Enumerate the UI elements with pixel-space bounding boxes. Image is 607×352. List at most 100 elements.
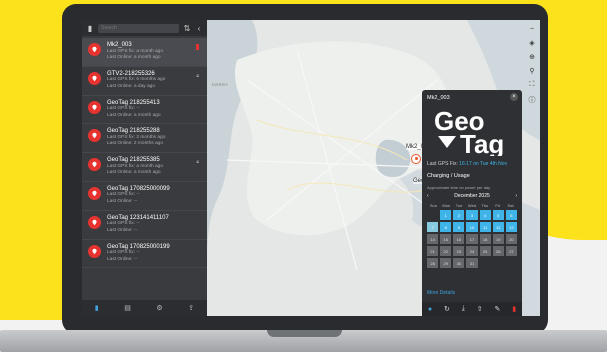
calendar-day[interactable]: 7 (427, 222, 439, 232)
calendar-day[interactable]: 31 (466, 258, 478, 268)
list-item[interactable]: Mk2_003 Last GPS fix: a month ago Last O… (82, 38, 207, 67)
pin-icon (88, 244, 101, 258)
delete-icon[interactable]: ▮ (512, 305, 516, 313)
calendar-blank (493, 258, 504, 268)
list-item[interactable]: GeoTag 218255288 Last GPS fix: 2 months … (82, 124, 207, 154)
device-list: Mk2_003 Last GPS fix: a month ago Last O… (82, 38, 207, 269)
calendar-day[interactable]: 4 (479, 210, 491, 220)
globe-icon[interactable]: ● (428, 306, 432, 313)
panel-action-bar: ● ↻ ⤓ ⇧ ✎ ▮ (422, 302, 522, 316)
next-month-icon[interactable]: › (515, 193, 517, 199)
list-item[interactable]: GeoTag 170825000199 Last GPS fix: -- Las… (82, 240, 207, 269)
settings-gear-icon[interactable]: ⚙ (156, 304, 162, 312)
calendar-day[interactable]: 27 (505, 246, 517, 256)
calendar: ‹ December 2025 › Sun Mon Tue Wed Thu Fri Sat … (427, 193, 517, 268)
download-icon[interactable]: ⤓ (462, 305, 465, 313)
list-item[interactable]: GeoTag 218255413 Last GPS fix: -- Last O… (82, 96, 207, 125)
calendar-day[interactable]: 1 (440, 210, 452, 220)
lock-icon: 🔒︎ (196, 72, 199, 79)
laptop-notch (267, 330, 342, 337)
calendar-day[interactable]: 20 (505, 234, 517, 244)
device-online: Last Online: -- (107, 256, 138, 262)
charging-caption: Approximate time on power per day (427, 185, 491, 190)
list-item[interactable]: GeoTag 123141411107 Last GPS fix: -- Las… (82, 211, 207, 240)
device-marker[interactable] (411, 154, 421, 164)
calendar-day[interactable]: 17 (466, 234, 478, 244)
list-item[interactable]: GTV2-218255326 Last GPS fix: 6 months ag… (82, 67, 207, 96)
documents-nav-icon[interactable]: ▤ (124, 304, 131, 312)
calendar-blank (480, 258, 491, 268)
menu-icon[interactable]: ▮ (86, 24, 94, 33)
map-toolbar: − ◈ ⊕ ⚲ ⛶ ⓘ (528, 26, 536, 105)
weekday-label: Sat (507, 203, 514, 208)
calendar-day[interactable]: 18 (479, 234, 491, 244)
alert-flag-icon (196, 44, 199, 50)
collapse-icon[interactable]: ‹ (195, 24, 203, 33)
prev-month-icon[interactable]: ‹ (427, 193, 429, 199)
calendar-day[interactable]: 25 (479, 246, 491, 256)
pin-icon (88, 71, 101, 85)
calendar-day[interactable]: 26 (492, 246, 504, 256)
device-name: GeoTag 218255288 (107, 128, 160, 135)
weekday-label: Mon (442, 203, 451, 208)
calendar-day[interactable]: 12 (492, 222, 504, 232)
device-gps: Last GPS fix: 6 months ago (107, 77, 166, 83)
calendar-day[interactable]: 16 (453, 234, 465, 244)
device-online: Last Online: a month ago (107, 112, 161, 118)
share-icon[interactable]: ⇧ (477, 305, 483, 313)
calendar-day[interactable]: 13 (505, 222, 517, 232)
sort-icon[interactable]: ⇅ (183, 24, 191, 33)
minus-icon[interactable]: − (528, 26, 536, 33)
calendar-day[interactable]: 2 (453, 210, 465, 220)
calendar-day[interactable]: 6 (505, 210, 517, 220)
place-label-derry: DERRY (212, 82, 229, 87)
locate-icon[interactable]: ⊕ (528, 53, 536, 61)
close-icon[interactable]: × (510, 93, 518, 101)
calendar-day[interactable]: 24 (466, 246, 478, 256)
weekday-label: Thu (481, 203, 489, 208)
devices-nav-icon[interactable]: ▮ (95, 304, 99, 312)
fullscreen-icon[interactable]: ⛶ (528, 81, 536, 89)
weekday-label: Tue (455, 203, 463, 208)
device-online: Last Online: a day ago (107, 83, 156, 89)
calendar-day[interactable]: 21 (427, 246, 439, 256)
calendar-day[interactable]: 23 (453, 246, 465, 256)
calendar-day[interactable]: 19 (492, 234, 504, 244)
weekday-label: Sun (429, 203, 437, 208)
info-icon[interactable]: ⓘ (528, 95, 536, 105)
calendar-grid: 1 2 3 4 5 6 7 8 9 10 11 12 13 14 15 16 17 18 19 20 21 22 23 24 2… (427, 210, 517, 268)
sidebar-bottom-nav: ▮ ▤ ⚙ ⇪ (82, 300, 207, 316)
edit-icon[interactable]: ✎ (494, 305, 500, 313)
sidebar-topbar: ▮ ⇅ ‹ (82, 20, 207, 36)
pin-icon (88, 158, 101, 172)
calendar-day[interactable]: 14 (427, 234, 439, 244)
layers-icon[interactable]: ◈ (528, 39, 536, 47)
app-screen: ▮ ⇅ ‹ Mk2_003 Last GPS fix: a month ago … (82, 20, 540, 316)
calendar-day[interactable]: 11 (479, 222, 491, 232)
calendar-day[interactable]: 3 (466, 210, 478, 220)
list-item[interactable]: GeoTag 170825000099 Last GPS fix: -- Las… (82, 182, 207, 211)
calendar-blank (427, 210, 438, 220)
search-input[interactable] (98, 23, 179, 33)
search-icon[interactable]: ⚲ (528, 67, 536, 75)
calendar-day[interactable]: 10 (466, 222, 478, 232)
weekday-label: Fri (495, 203, 501, 208)
calendar-weekdays: Sun Mon Tue Wed Thu Fri Sat (427, 203, 517, 208)
calendar-day[interactable]: 29 (440, 258, 452, 268)
device-online: Last Online: a month ago (107, 170, 161, 176)
gps-date: Tue 4th Nov (480, 161, 508, 167)
calendar-day[interactable]: 9 (453, 222, 465, 232)
pin-icon (88, 43, 101, 56)
more-details-link[interactable]: More Details (427, 290, 455, 296)
calendar-day[interactable]: 22 (440, 246, 452, 256)
calendar-day[interactable]: 15 (440, 234, 452, 244)
calendar-day[interactable]: 5 (492, 210, 504, 220)
device-online: Last Online: a month ago (107, 55, 161, 60)
list-item[interactable]: GeoTag 218255385 Last GPS fix: a month a… (82, 153, 207, 182)
calendar-day[interactable]: 30 (453, 258, 465, 268)
calendar-day[interactable]: 8 (440, 222, 452, 232)
refresh-icon[interactable]: ↻ (444, 305, 450, 313)
upload-nav-icon[interactable]: ⇪ (188, 304, 194, 312)
calendar-day[interactable]: 28 (427, 258, 439, 268)
lock-icon: 🔒︎ (196, 159, 199, 166)
